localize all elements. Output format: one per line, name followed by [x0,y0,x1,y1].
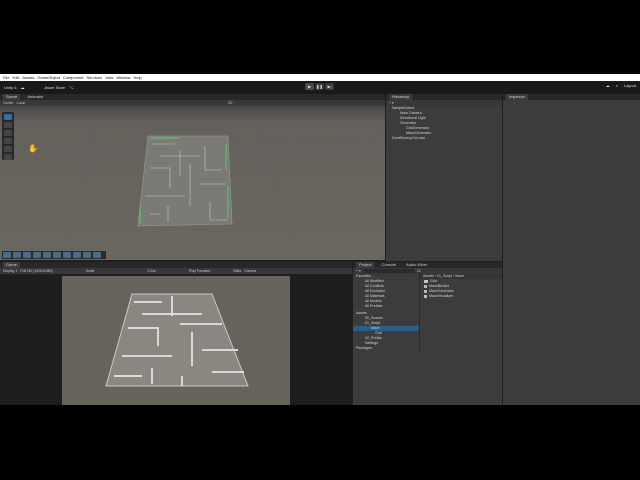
play-button[interactable]: ▶ [305,83,314,90]
stats-button[interactable]: Stats [233,269,241,273]
step-button[interactable]: ▶| [325,83,334,90]
overlay-tool-icon[interactable] [93,252,101,258]
packages-label[interactable]: Packages [353,346,419,351]
hand-cursor-icon: ✋ [28,144,38,153]
file-item[interactable]: MazeVisualizer [420,294,502,299]
project-files: Assets › 01_Script › Maze Grid MazeBuild… [419,274,502,351]
search-icon[interactable]: ⌕ [616,83,618,88]
overlay-tool-icon[interactable] [53,252,61,258]
menu-bar: File Edit Assets GameObject Component Se… [0,74,640,81]
scene-maze-grid [0,105,386,261]
play-controls: ▶ ❚❚ ▶| [305,83,334,90]
tab-project[interactable]: Project [356,262,375,268]
resolution-dropdown[interactable]: Full HD (1920x1080) [20,269,52,273]
scene-overlay-toolbar [2,251,106,259]
scene-viewport[interactable] [0,105,386,261]
game-maze-render [105,293,249,387]
pause-button[interactable]: ❚❚ [315,83,324,90]
account-button[interactable]: Unity 6 [4,85,16,90]
menu-window[interactable]: Window [116,75,130,80]
overlay-tool-icon[interactable] [63,252,71,258]
breadcrumb-item[interactable]: 01_Script [437,274,452,278]
game-toolbar: Display 1 Full HD (1920x1080) Scale 0.24… [0,268,352,274]
project-tree: Favorites All Modified All Conflicts All… [353,274,419,351]
tab-animator[interactable]: Animator [24,94,46,100]
overlay-tool-icon[interactable] [43,252,51,258]
tab-inspector[interactable]: Inspector [506,94,529,100]
transform-tool-icon[interactable] [4,154,12,160]
menu-help[interactable]: Help [134,75,142,80]
menu-component[interactable]: Component [63,75,84,80]
menu-services[interactable]: Services [87,75,102,80]
inspector-panel: Inspector [503,94,640,405]
breadcrumb-item[interactable]: Maze [455,274,464,278]
overlay-tool-icon[interactable] [13,252,21,258]
create-button[interactable]: + ▾ [356,269,361,273]
toolbar-right: ☁ ⌕ Layout [606,83,636,88]
pivot-local-dropdown[interactable]: Local [17,101,25,105]
folder-icon [424,279,428,283]
menu-jobs[interactable]: Jobs [105,75,113,80]
hand-tool-icon[interactable] [4,114,12,120]
overlay-tool-icon[interactable] [73,252,81,258]
tab-game[interactable]: Game [3,262,20,268]
overlay-tool-icon[interactable] [33,252,41,258]
display-dropdown[interactable]: Display 1 [3,269,17,273]
project-panel: Project Console Audio Mixer + ▾ 22 Favor… [353,262,502,405]
script-icon [424,289,427,293]
hierarchy-item[interactable]: DontDestroyOnLoad [386,136,502,141]
scale-tool-icon[interactable] [4,138,12,144]
menu-assets[interactable]: Assets [22,75,34,80]
hierarchy-panel: Hierarchy + ▾ SampleScene Main Camera Di… [386,94,502,261]
tab-audio-mixer[interactable]: Audio Mixer [403,262,430,268]
version-control-icon[interactable]: ⌥ [69,85,74,90]
game-viewport[interactable] [62,276,290,405]
overlay-tool-icon[interactable] [23,252,31,258]
rect-tool-icon[interactable] [4,146,12,152]
menu-file[interactable]: File [3,75,9,80]
scale-value[interactable]: 0.24x [147,269,156,273]
breadcrumb-item[interactable]: Assets [423,274,434,278]
gizmos-button[interactable]: Gizmos [244,269,256,273]
2d-toggle[interactable]: 2D [228,101,232,105]
script-icon [424,294,427,298]
play-focused-dropdown[interactable]: Play Focused [189,269,210,273]
script-icon [424,284,427,288]
layout-dropdown[interactable]: Layout [624,83,636,88]
favorite-item[interactable]: All Prefabs [353,304,419,309]
cloud-icon[interactable]: ☁ [20,85,24,90]
pivot-center-dropdown[interactable]: Center [3,101,14,105]
asset-count: 22 [416,269,421,273]
tab-console[interactable]: Console [378,262,399,268]
move-tool-icon[interactable] [4,122,12,128]
project-search-input[interactable] [363,269,414,273]
cloud-services-icon[interactable]: ☁ [606,83,610,88]
scale-label: Scale [85,269,95,273]
tab-scene[interactable]: Scene [3,94,21,100]
menu-gameobject[interactable]: GameObject [37,75,59,80]
overlay-tool-icon[interactable] [3,252,11,258]
scene-maze [137,135,233,227]
tab-hierarchy[interactable]: Hierarchy [389,94,413,100]
menu-edit[interactable]: Edit [12,75,19,80]
overlay-tool-icon[interactable] [83,252,91,258]
rotate-tool-icon[interactable] [4,130,12,136]
asset-store-button[interactable]: Asset Store [44,85,65,90]
scene-tools [2,112,14,160]
